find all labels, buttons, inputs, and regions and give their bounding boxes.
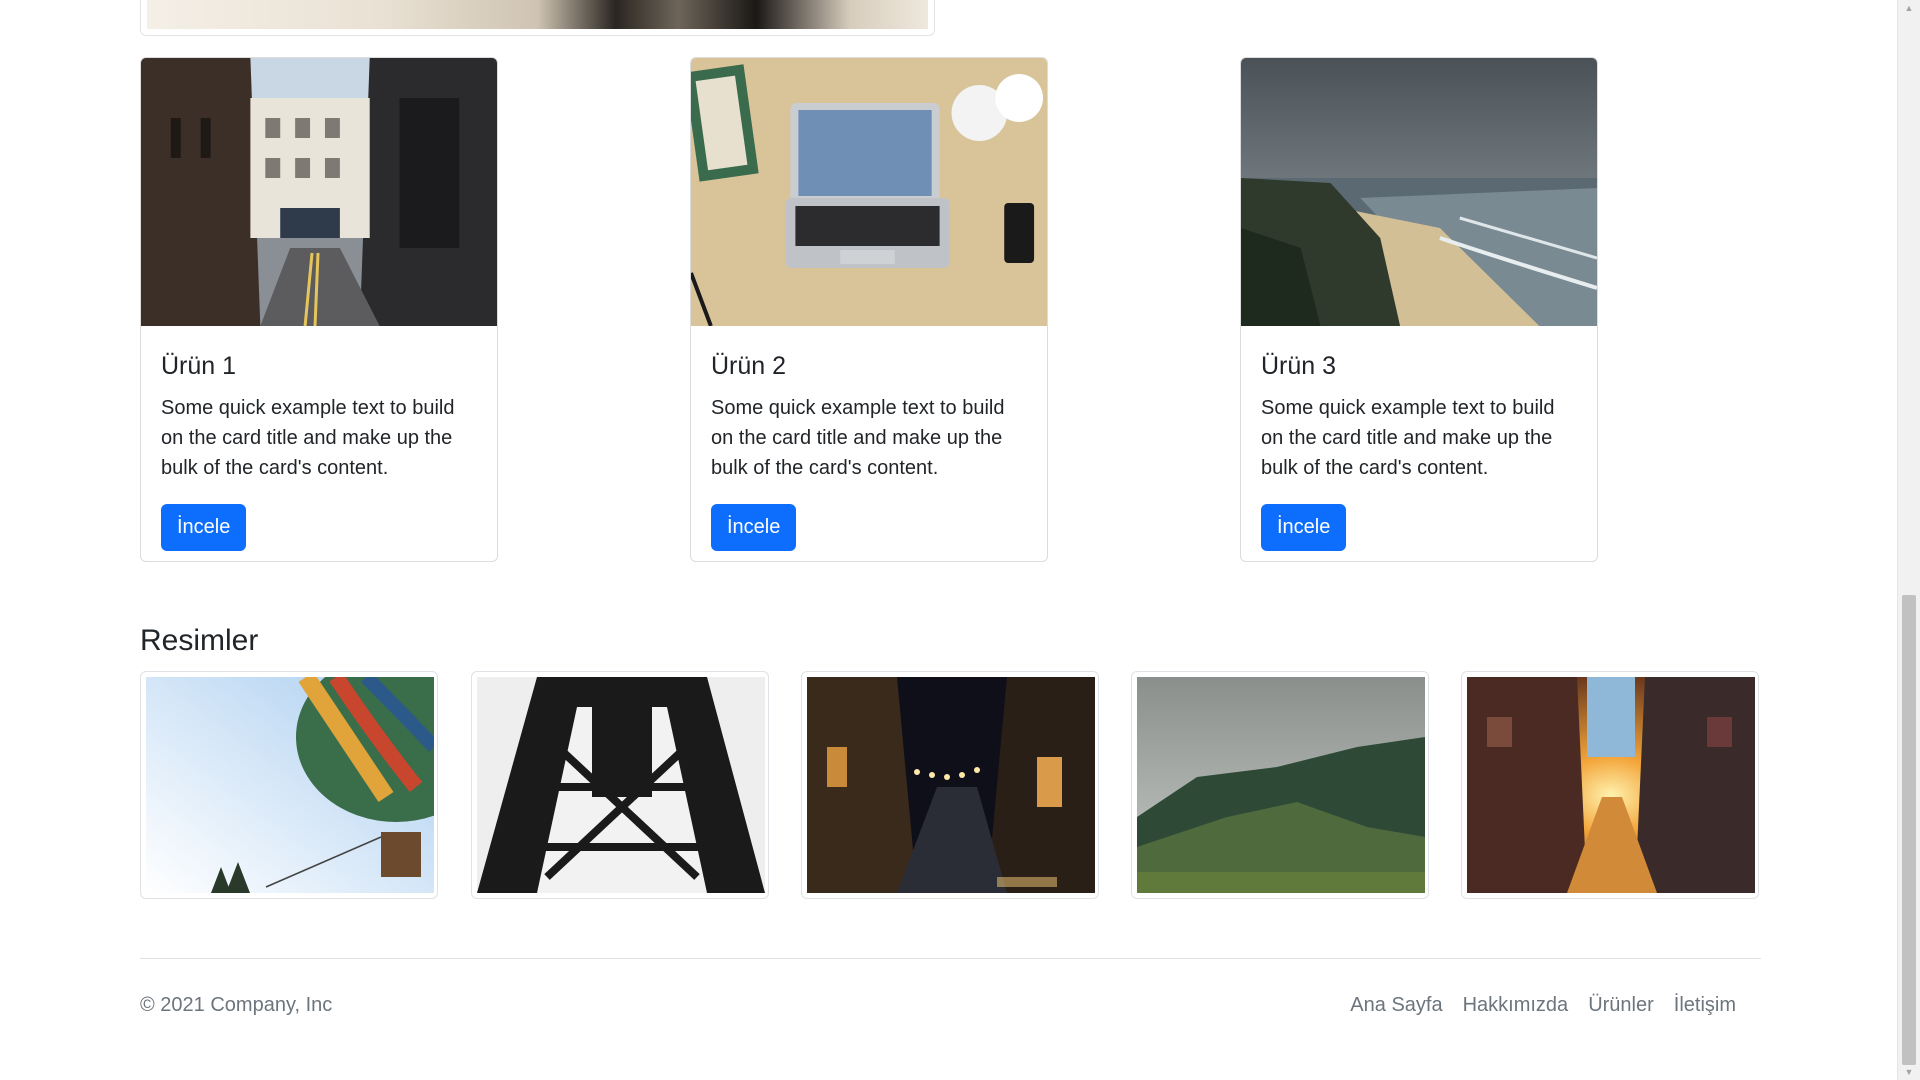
page: Ürün 1 Some quick example text to build … bbox=[0, 0, 1898, 1080]
footer-copyright: © 2021 Company, Inc bbox=[140, 994, 333, 1016]
sunset-street-image bbox=[1467, 677, 1755, 893]
hero-image bbox=[147, 0, 928, 29]
product-image-laptop bbox=[691, 58, 1047, 327]
gallery-image-2[interactable] bbox=[471, 671, 769, 899]
product-title: Ürün 3 bbox=[1261, 352, 1337, 380]
tower-image bbox=[477, 677, 765, 893]
scroll-down-arrow-icon[interactable]: ▼ bbox=[1898, 1064, 1920, 1080]
footer-link-contact[interactable]: İletişim bbox=[1674, 994, 1736, 1017]
footer-link-products[interactable]: Ürünler bbox=[1588, 994, 1654, 1017]
night-street-image bbox=[807, 677, 1095, 893]
gallery-image-3[interactable] bbox=[801, 671, 1099, 899]
gallery-image-4[interactable] bbox=[1131, 671, 1429, 899]
footer-divider bbox=[140, 958, 1761, 959]
inspect-button[interactable]: İncele bbox=[1261, 504, 1347, 551]
product-image-street bbox=[141, 58, 497, 327]
product-description: Some quick example text to build on the … bbox=[161, 397, 455, 479]
footer-link-home[interactable]: Ana Sayfa bbox=[1350, 994, 1442, 1017]
scroll-up-arrow-icon[interactable]: ▲ bbox=[1898, 0, 1920, 16]
gallery-title: Resimler bbox=[140, 624, 259, 657]
product-title: Ürün 2 bbox=[711, 352, 787, 380]
scrollbar-thumb[interactable] bbox=[1902, 595, 1916, 1065]
product-title: Ürün 1 bbox=[161, 352, 237, 380]
product-card-2: Ürün 2 Some quick example text to build … bbox=[690, 57, 1048, 562]
hero-card bbox=[140, 0, 935, 36]
product-description: Some quick example text to build on the … bbox=[711, 397, 1005, 479]
foggy-hills-image bbox=[1137, 677, 1425, 893]
product-card-1: Ürün 1 Some quick example text to build … bbox=[140, 57, 498, 562]
balloon-image bbox=[146, 677, 434, 893]
gallery-image-1[interactable] bbox=[140, 671, 438, 899]
footer-link-about[interactable]: Hakkımızda bbox=[1463, 994, 1569, 1017]
product-card-3: Ürün 3 Some quick example text to build … bbox=[1240, 57, 1598, 562]
footer-nav: Ana Sayfa Hakkımızda Ürünler İletişim bbox=[1350, 994, 1736, 1017]
product-description: Some quick example text to build on the … bbox=[1261, 397, 1555, 479]
inspect-button[interactable]: İncele bbox=[711, 504, 797, 551]
inspect-button[interactable]: İncele bbox=[161, 504, 247, 551]
vertical-scrollbar[interactable]: ▲ ▼ bbox=[1897, 0, 1920, 1080]
gallery-image-5[interactable] bbox=[1461, 671, 1759, 899]
product-image-coast bbox=[1241, 58, 1597, 326]
